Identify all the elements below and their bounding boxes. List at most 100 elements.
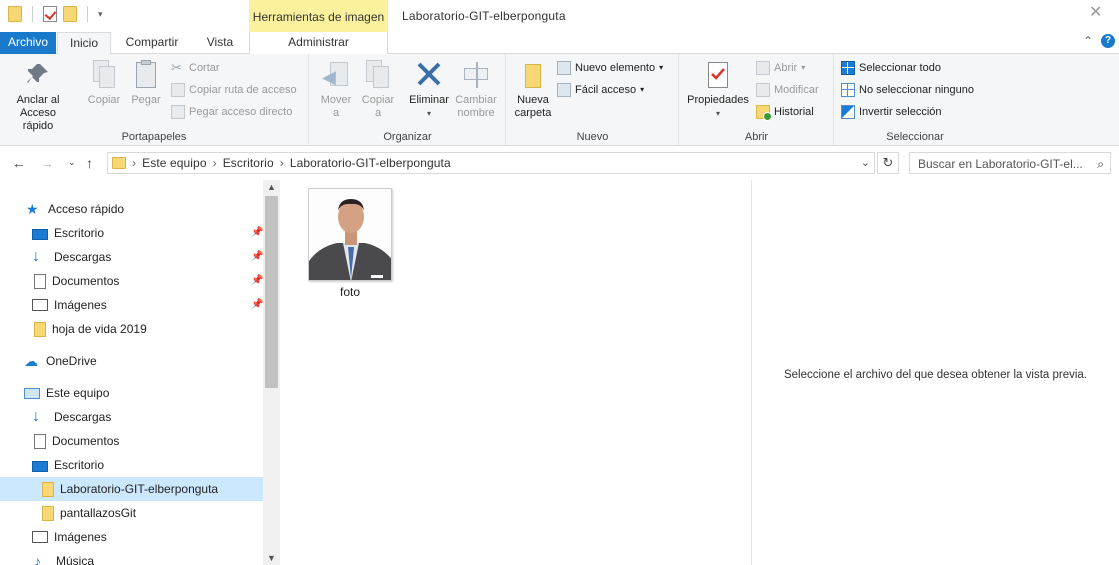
forward-arrow-icon[interactable]: → — [40, 155, 54, 171]
select-none-label: No seleccionar ninguno — [859, 84, 974, 96]
cut-button[interactable]: ✂ Cortar — [171, 58, 220, 78]
sidebar-item-descargas-quick[interactable]: ↓ Descargas 📌 — [0, 245, 263, 269]
help-icon[interactable]: ? — [1101, 34, 1115, 48]
sidebar-item-musica[interactable]: ♪ Música — [0, 549, 263, 565]
delete-button[interactable]: Eliminar ▾ — [406, 60, 452, 120]
breadcrumb: › Este equipo › Escritorio › Laboratorio… — [132, 156, 451, 170]
file-list[interactable]: foto — [283, 180, 750, 565]
group-label-nuevo: Nuevo — [576, 131, 609, 143]
scroll-up-icon[interactable]: ▲ — [267, 182, 276, 192]
up-arrow-icon[interactable]: ↑ — [86, 155, 93, 171]
search-input[interactable]: Buscar en Laboratorio-GIT-el... ⌕ — [909, 152, 1111, 174]
paste-shortcut-button[interactable]: Pegar acceso directo — [171, 102, 292, 122]
pin-icon[interactable]: 📌 — [251, 227, 263, 238]
rename-button[interactable]: Cambiar nombre — [454, 60, 498, 120]
rename-icon — [462, 60, 490, 90]
scroll-thumb[interactable] — [265, 196, 278, 388]
group-label-abrir: Abrir — [744, 131, 769, 143]
pin-quick-access-button[interactable]: Anclar al Acceso rápido — [6, 60, 70, 133]
breadcrumb-item[interactable]: Laboratorio-GIT-elberponguta — [290, 156, 451, 170]
chevron-down-icon[interactable]: ⌄ — [861, 156, 870, 169]
scroll-down-icon[interactable]: ▼ — [267, 553, 276, 563]
easy-access-icon — [557, 83, 571, 97]
move-to-button[interactable]: ◀ Mover a — [316, 60, 356, 120]
refresh-icon[interactable]: ↻ — [877, 152, 899, 174]
navigation-scrollbar[interactable]: ▲ ▼ — [263, 180, 280, 565]
delete-label: Eliminar — [409, 94, 449, 106]
chevron-down-icon: ▾ — [640, 85, 645, 94]
open-label: Abrir — [774, 62, 798, 74]
rename-label: Cambiar nombre — [455, 94, 497, 119]
new-folder-icon[interactable] — [63, 6, 77, 22]
tab-vista[interactable]: Vista — [195, 32, 245, 54]
back-arrow-icon[interactable]: ← — [12, 155, 26, 171]
paste-shortcut-icon — [171, 105, 185, 119]
properties-icon[interactable] — [43, 6, 57, 22]
properties-button[interactable]: Propiedades ▾ — [684, 60, 752, 120]
preview-message: Seleccione el archivo del que desea obte… — [783, 369, 1088, 381]
tab-administrar[interactable]: Administrar — [249, 32, 388, 54]
new-item-icon — [557, 61, 571, 75]
breadcrumb-item[interactable]: Este equipo — [142, 156, 206, 170]
copy-to-icon — [364, 60, 392, 90]
tab-archivo[interactable]: Archivo — [0, 32, 56, 54]
address-bar[interactable]: › Este equipo › Escritorio › Laboratorio… — [107, 152, 875, 174]
file-name: foto — [339, 285, 360, 299]
sidebar-item-documentos[interactable]: Documentos — [0, 429, 263, 453]
open-button[interactable]: Abrir ▾ — [756, 58, 805, 78]
move-to-label: Mover a — [320, 94, 352, 119]
recent-locations-chevron-icon[interactable]: ⌄ — [68, 157, 76, 168]
paste-button[interactable]: Pegar — [127, 60, 165, 107]
sidebar-item-label: OneDrive — [46, 354, 97, 368]
edit-button[interactable]: Modificar — [756, 80, 819, 100]
chevron-down-icon: ▾ — [426, 109, 431, 118]
sidebar-item-este-equipo[interactable]: Este equipo — [0, 381, 263, 405]
collapse-ribbon-icon[interactable]: ⌃ — [1083, 35, 1095, 47]
sidebar-item-onedrive[interactable]: ☁ OneDrive — [0, 349, 263, 373]
pin-icon[interactable]: 📌 — [251, 275, 263, 286]
sidebar-item-label: hoja de vida 2019 — [52, 322, 147, 336]
sidebar-item-escritorio-quick[interactable]: Escritorio 📌 — [0, 221, 263, 245]
sidebar-item-escritorio[interactable]: Escritorio — [0, 453, 263, 477]
qat-dropdown-icon[interactable]: ▾ — [98, 9, 103, 20]
new-folder-button[interactable]: Nueva carpeta — [513, 60, 553, 120]
pin-icon[interactable]: 📌 — [251, 251, 263, 262]
desktop-icon — [32, 460, 48, 472]
breadcrumb-item[interactable]: Escritorio — [223, 156, 274, 170]
ribbon: Anclar al Acceso rápido Copiar Pegar ✂ C… — [0, 54, 1119, 146]
chevron-right-icon: › — [279, 156, 284, 170]
person-photo-icon — [309, 189, 391, 280]
sidebar-item-descargas[interactable]: ↓ Descargas — [0, 405, 263, 429]
tab-inicio[interactable]: Inicio — [57, 32, 111, 55]
copy-to-button[interactable]: Copiar a — [358, 60, 398, 120]
invert-selection-icon — [841, 105, 855, 119]
sidebar-item-pantallazosgit[interactable]: pantallazosGit — [0, 501, 263, 525]
close-icon[interactable]: ✕ — [1089, 5, 1103, 21]
new-item-button[interactable]: Nuevo elemento ▾ — [557, 58, 663, 78]
preview-pane: Seleccione el archivo del que desea obte… — [751, 180, 1119, 565]
download-icon: ↓ — [32, 248, 40, 265]
pictures-icon — [32, 299, 48, 311]
select-all-button[interactable]: Seleccionar todo — [841, 58, 941, 78]
clipboard-icon — [132, 60, 160, 90]
invert-selection-button[interactable]: Invertir selección — [841, 102, 942, 122]
history-button[interactable]: Historial — [756, 102, 814, 122]
easy-access-button[interactable]: Fácil acceso ▾ — [557, 80, 644, 100]
sidebar-item-imagenes-quick[interactable]: Imágenes 📌 — [0, 293, 263, 317]
sidebar-item-acceso-rapido[interactable]: ★ Acceso rápido — [0, 197, 263, 221]
copy-button[interactable]: Copiar — [84, 60, 124, 107]
copy-path-button[interactable]: Copiar ruta de acceso — [171, 80, 297, 100]
tab-compartir[interactable]: Compartir — [115, 32, 189, 54]
sidebar-item-imagenes[interactable]: Imágenes — [0, 525, 263, 549]
sidebar-item-laboratorio-git[interactable]: Laboratorio-GIT-elberponguta — [0, 477, 263, 501]
sidebar-item-hoja-de-vida[interactable]: hoja de vida 2019 — [0, 317, 263, 341]
history-icon — [756, 105, 772, 121]
sidebar-item-documentos-quick[interactable]: Documentos 📌 — [0, 269, 263, 293]
file-item[interactable]: foto — [305, 188, 395, 299]
music-icon: ♪ — [34, 553, 41, 565]
invert-selection-label: Invertir selección — [859, 106, 942, 118]
select-all-icon — [841, 61, 855, 75]
select-none-button[interactable]: No seleccionar ninguno — [841, 80, 974, 100]
new-folder-label: Nueva carpeta — [514, 94, 552, 119]
pin-icon[interactable]: 📌 — [251, 299, 263, 310]
